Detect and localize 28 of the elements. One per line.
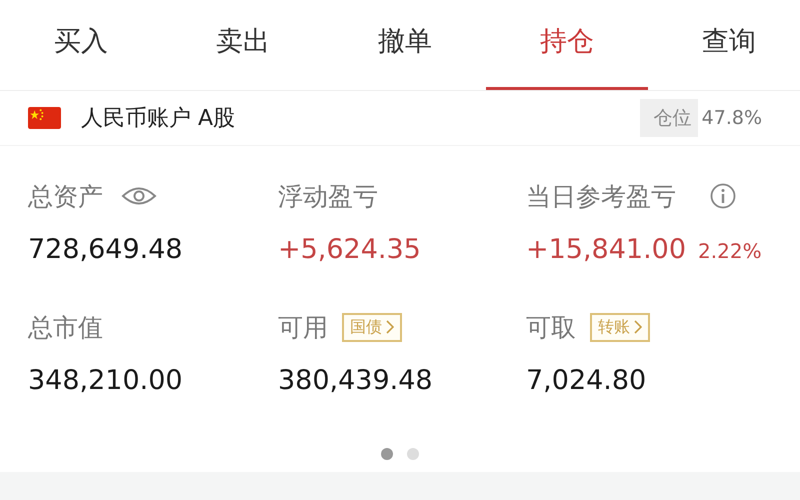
- tab[interactable]: 撤单: [324, 0, 486, 90]
- account-name: 人民币账户 A股: [81, 105, 236, 133]
- metric-label: 总市值: [28, 312, 103, 344]
- tab[interactable]: 持仓: [486, 0, 648, 90]
- page-dot[interactable]: [381, 448, 393, 460]
- chevron-icon: [386, 320, 394, 334]
- metric-label: 浮动盈亏: [278, 180, 378, 212]
- metric-value: 380,439.48: [278, 365, 433, 396]
- metric-label: 可用: [278, 312, 328, 344]
- percent-value: 2.22%: [698, 239, 762, 263]
- metric-label: 总资产: [28, 180, 103, 212]
- metric-value: 728,649.48: [28, 234, 183, 265]
- metric-value: 348,210.00: [28, 365, 183, 396]
- position-label: 仓位: [640, 99, 698, 137]
- eye-icon[interactable]: [121, 185, 157, 207]
- metric-value: +5,624.35: [278, 234, 421, 265]
- page-dot[interactable]: [407, 448, 419, 460]
- metric-label: 当日参考盈亏: [526, 180, 676, 212]
- metric-label: 可取: [526, 312, 576, 344]
- metric-value: 7,024.80: [526, 365, 646, 396]
- tab[interactable]: 查询: [648, 0, 800, 90]
- tab[interactable]: 卖出: [162, 0, 324, 90]
- position-value: 47.8%: [700, 107, 762, 129]
- info-icon[interactable]: [710, 183, 736, 209]
- tab[interactable]: 买入: [0, 0, 162, 90]
- metric-value: +15,841.00: [526, 234, 686, 265]
- chevron-icon: [634, 320, 642, 334]
- flag-icon: [28, 107, 61, 129]
